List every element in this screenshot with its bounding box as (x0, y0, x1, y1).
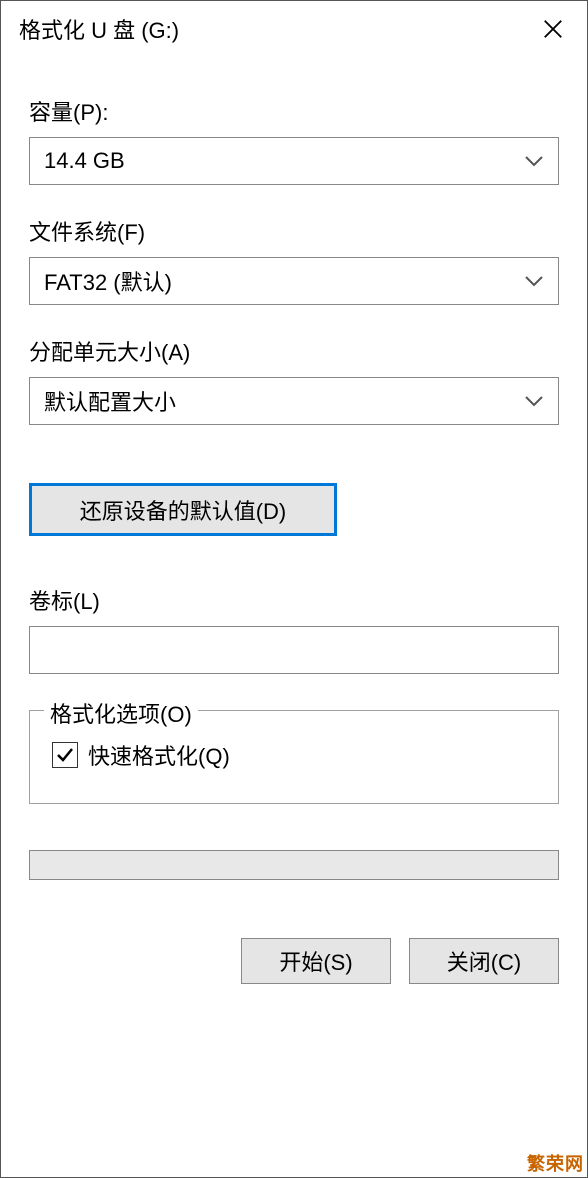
filesystem-value: FAT32 (默认) (44, 265, 172, 297)
capacity-label: 容量(P): (29, 95, 559, 127)
volume-label-label: 卷标(L) (29, 584, 559, 616)
quick-format-label: 快速格式化(Q) (88, 739, 230, 771)
allocation-value: 默认配置大小 (44, 385, 176, 417)
filesystem-label: 文件系统(F) (29, 215, 559, 247)
content-area: 容量(P): 14.4 GB 文件系统(F) FAT32 (默认) 分配单元大小… (1, 57, 587, 1177)
close-button[interactable]: 关闭(C) (409, 938, 559, 984)
restore-defaults-button[interactable]: 还原设备的默认值(D) (29, 483, 337, 536)
volume-label-input[interactable] (29, 626, 559, 674)
format-options-group: 格式化选项(O) 快速格式化(Q) (29, 710, 559, 804)
window-title: 格式化 U 盘 (G:) (19, 13, 179, 45)
close-icon[interactable] (533, 11, 573, 47)
capacity-value: 14.4 GB (44, 148, 125, 174)
start-button[interactable]: 开始(S) (241, 938, 391, 984)
capacity-select[interactable]: 14.4 GB (29, 137, 559, 185)
allocation-select[interactable]: 默认配置大小 (29, 377, 559, 425)
progress-bar (29, 850, 559, 880)
titlebar: 格式化 U 盘 (G:) (1, 1, 587, 57)
checkbox-icon (52, 742, 78, 768)
format-options-legend: 格式化选项(O) (44, 697, 198, 729)
chevron-down-icon (524, 274, 544, 288)
quick-format-checkbox[interactable]: 快速格式化(Q) (52, 739, 536, 771)
watermark: 繁荣网 (523, 1148, 588, 1178)
chevron-down-icon (524, 394, 544, 408)
button-row: 开始(S) 关闭(C) (29, 938, 559, 984)
allocation-label: 分配单元大小(A) (29, 335, 559, 367)
chevron-down-icon (524, 154, 544, 168)
filesystem-select[interactable]: FAT32 (默认) (29, 257, 559, 305)
format-dialog: 格式化 U 盘 (G:) 容量(P): 14.4 GB 文件系统(F) FAT3… (0, 0, 588, 1178)
